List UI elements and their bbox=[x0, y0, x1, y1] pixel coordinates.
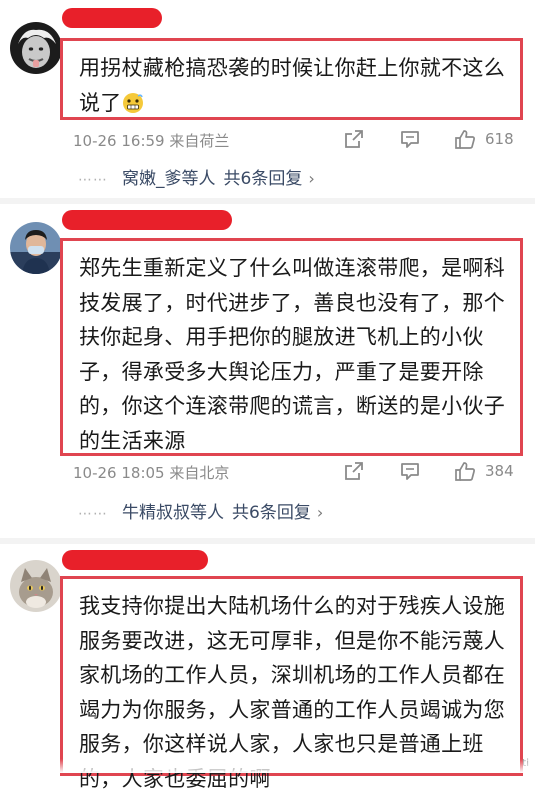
comment-3: 我支持你提出大陆机场什么的对于残疾人设施服务要改进，这无可厚非，但是你不能污蔑人… bbox=[0, 544, 535, 791]
comment-text: 郑先生重新定义了什么叫做连滚带爬，是啊科技发展了，时代进步了，善良也没有了，那个… bbox=[79, 256, 505, 453]
comment-text-wrap: 用拐杖藏枪搞恐袭的时候让你赶上你就不这么说了 bbox=[63, 41, 520, 124]
avatar[interactable] bbox=[10, 222, 62, 274]
reply-dots: ⋯⋯ bbox=[78, 172, 108, 188]
comment-body-highlight: 郑先生重新定义了什么叫做连滚带爬，是啊科技发展了，时代进步了，善良也没有了，那个… bbox=[60, 238, 523, 456]
like-count: 384 bbox=[485, 462, 514, 480]
reply-summary[interactable]: ⋯⋯ 牛精叔叔等人 共6条回复 › bbox=[78, 498, 323, 524]
reply-names: 牛精叔叔等人 bbox=[122, 503, 224, 523]
username-redacted bbox=[62, 550, 208, 570]
avatar[interactable] bbox=[10, 22, 62, 74]
comment-icon[interactable] bbox=[399, 128, 421, 154]
reply-dots: ⋯⋯ bbox=[78, 506, 108, 522]
share-icon[interactable] bbox=[343, 128, 365, 154]
chevron-right-icon: › bbox=[316, 503, 324, 522]
comment-1: 用拐杖藏枪搞恐袭的时候让你赶上你就不这么说了 10-26 16:59 来自荷兰 … bbox=[0, 0, 535, 200]
comment-timestamp: 10-26 18:05 来自北京 bbox=[73, 464, 230, 482]
bottom-fade bbox=[0, 759, 535, 773]
like-icon[interactable] bbox=[453, 460, 477, 486]
comment-meta: 10-26 16:59 来自荷兰 618 bbox=[73, 128, 521, 152]
chevron-right-icon: › bbox=[308, 169, 315, 188]
comment-2: 郑先生重新定义了什么叫做连滚带爬，是啊科技发展了，时代进步了，善良也没有了，那个… bbox=[0, 204, 535, 544]
avatar-person-image bbox=[10, 222, 62, 274]
avatar-einstein-image bbox=[10, 22, 62, 74]
like-count: 618 bbox=[485, 130, 514, 148]
reply-count: 共6条回复 bbox=[232, 503, 311, 523]
like-icon[interactable] bbox=[453, 128, 477, 154]
comment-body-highlight: 我支持你提出大陆机场什么的对于残疾人设施服务要改进，这无可厚非，但是你不能污蔑人… bbox=[60, 576, 523, 791]
grimace-emoji-icon bbox=[122, 90, 144, 125]
username-redacted bbox=[62, 8, 162, 28]
comment-meta: 10-26 18:05 来自北京 384 bbox=[73, 460, 521, 484]
comment-icon[interactable] bbox=[399, 460, 421, 486]
share-icon[interactable] bbox=[343, 460, 365, 486]
reply-summary[interactable]: ⋯⋯ 窝嫩_爹等人 共6条回复 › bbox=[78, 164, 315, 190]
avatar-cat-image bbox=[10, 560, 62, 612]
reply-names: 窝嫩_爹等人 bbox=[122, 169, 216, 189]
username-redacted bbox=[62, 210, 232, 230]
comment-body-highlight: 用拐杖藏枪搞恐袭的时候让你赶上你就不这么说了 bbox=[60, 38, 523, 120]
reply-count: 共6条回复 bbox=[223, 169, 303, 189]
avatar[interactable] bbox=[10, 560, 62, 612]
comment-timestamp: 10-26 16:59 来自荷兰 bbox=[73, 132, 230, 150]
